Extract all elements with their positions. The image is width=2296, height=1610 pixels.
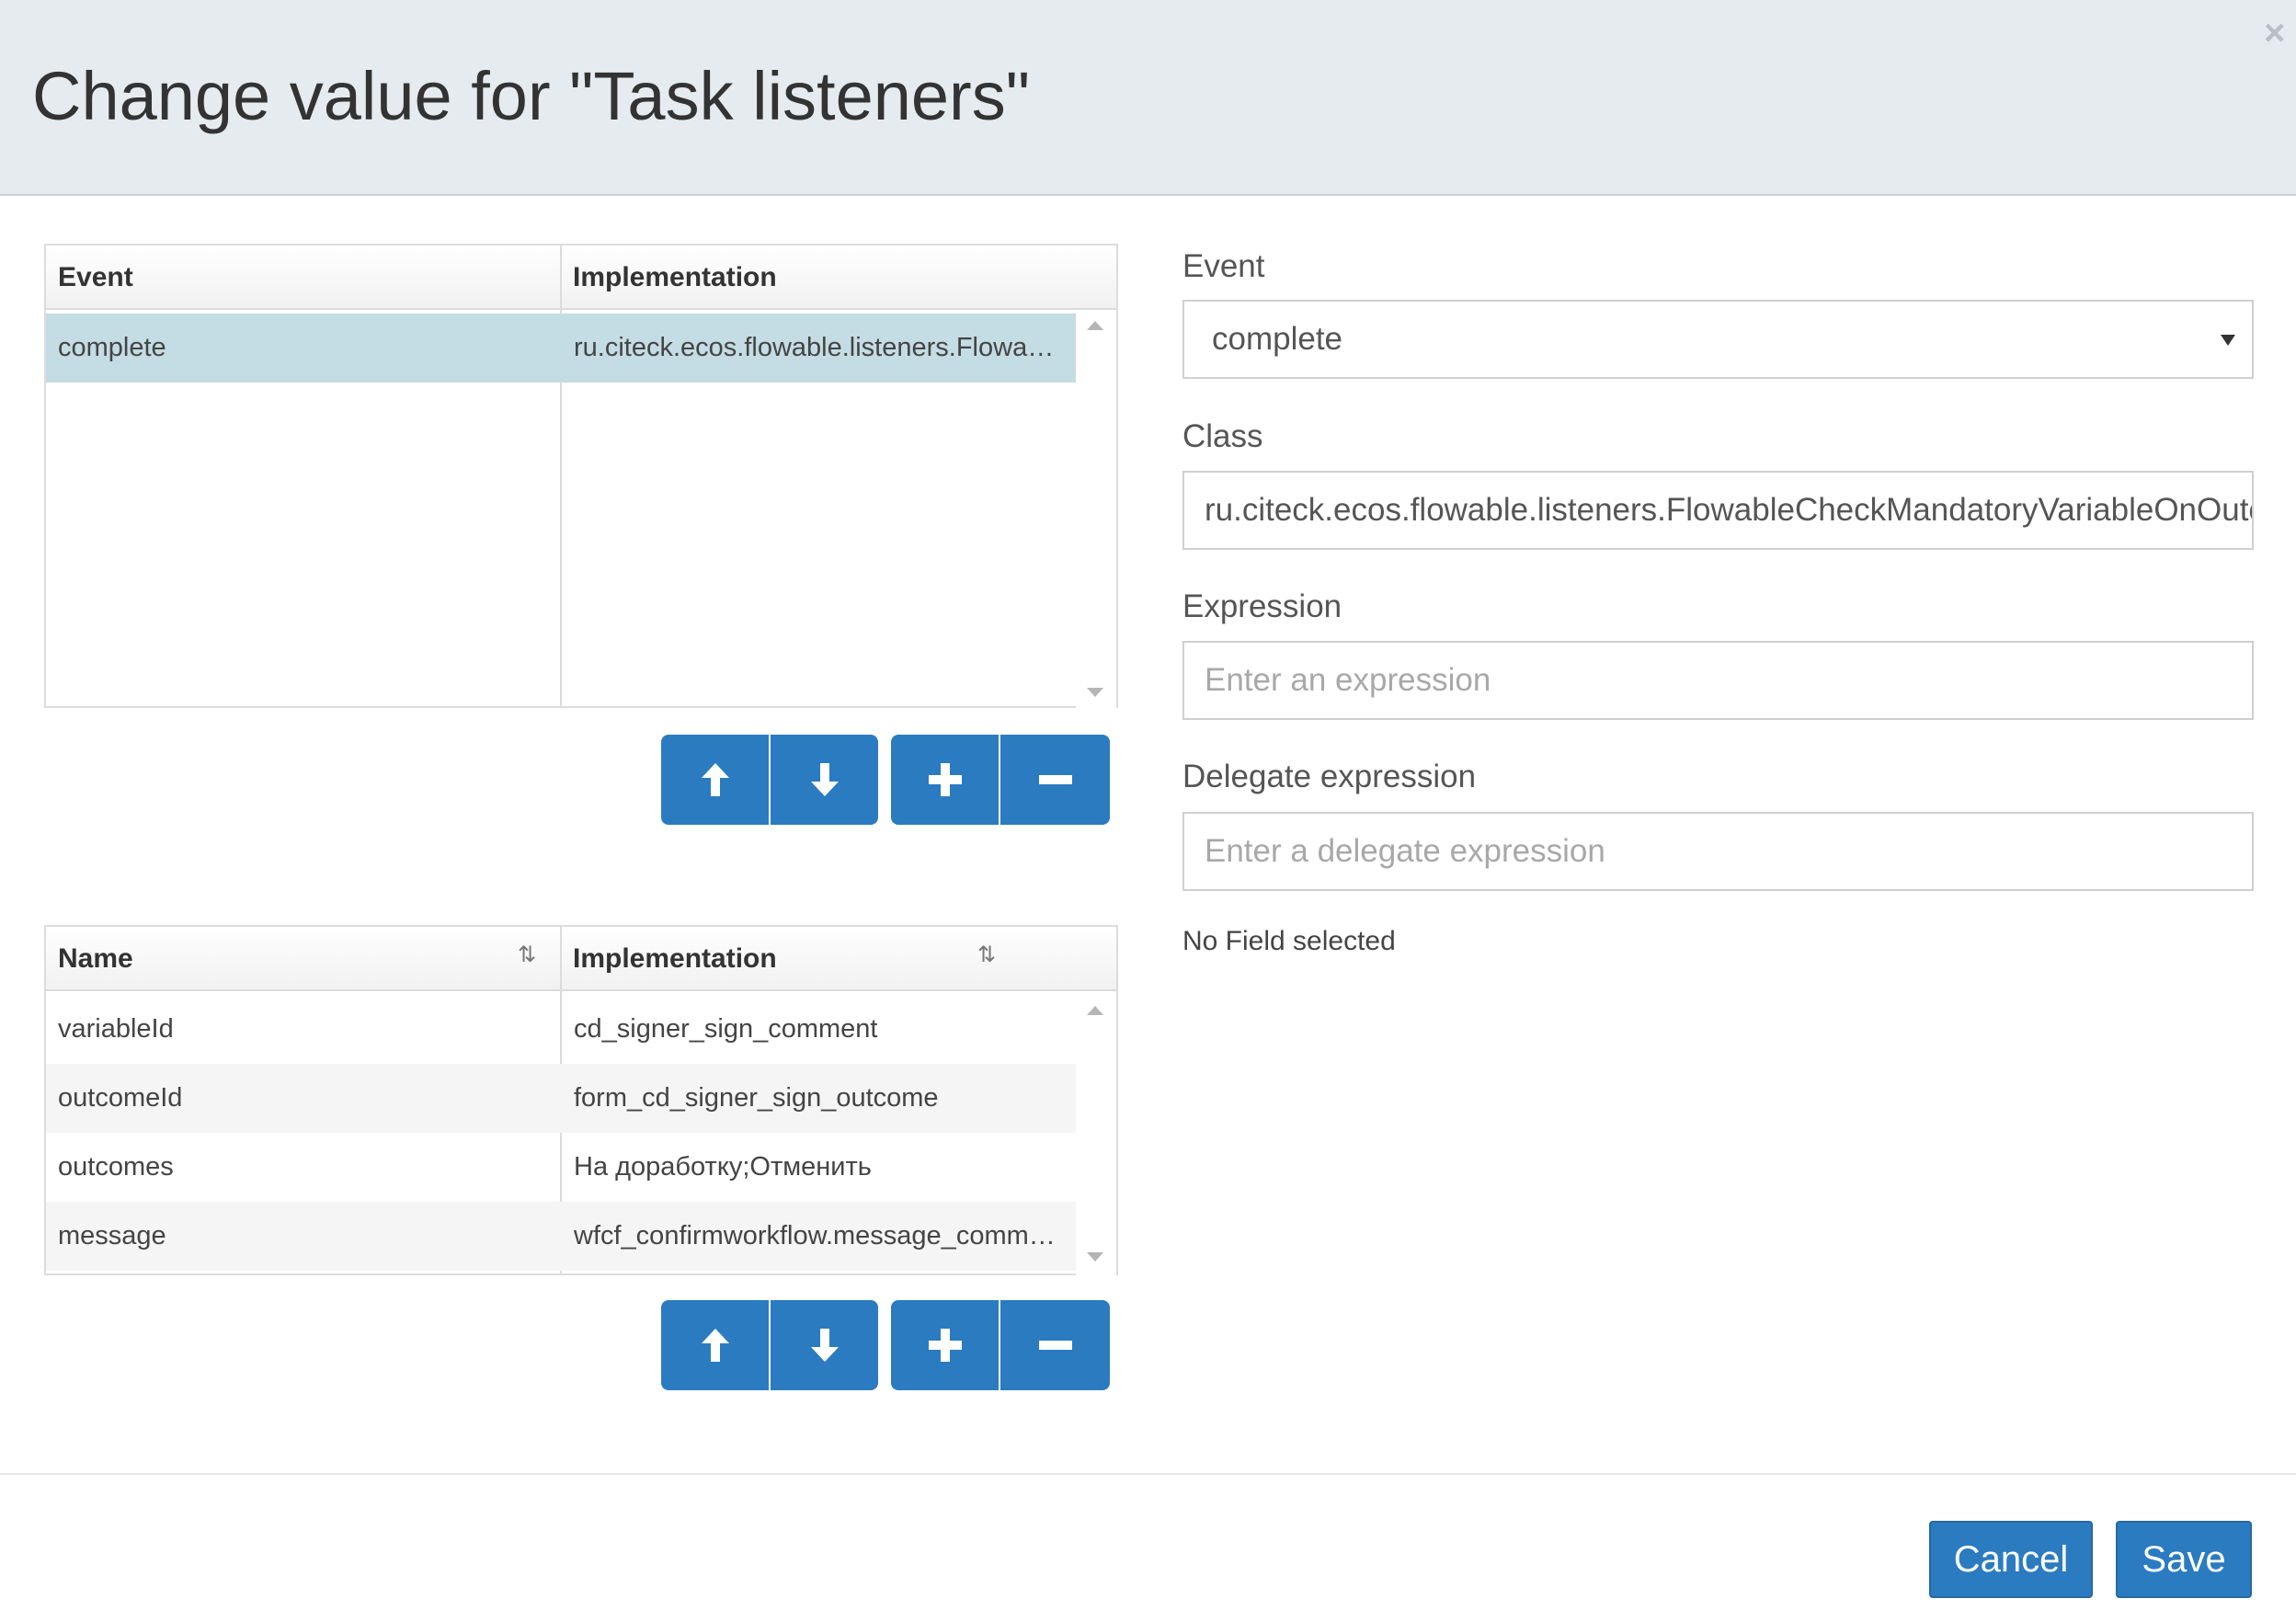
column-header-event[interactable]: Event: [46, 245, 561, 310]
minus-icon: [1038, 1341, 1072, 1350]
dialog-header: Change value for "Task listeners" ×: [0, 0, 2296, 196]
column-header-implementation[interactable]: Implementation: [561, 927, 1076, 991]
listeners-grid: Event Implementation complete ru.citeck.…: [44, 244, 1118, 708]
cell-name: variableId: [58, 1014, 174, 1044]
listeners-scrollbar[interactable]: [1076, 312, 1116, 708]
arrow-up-icon: [701, 763, 729, 796]
add-listener-button[interactable]: [891, 735, 999, 825]
event-label: Event: [1182, 248, 1265, 284]
close-icon[interactable]: ×: [2264, 15, 2285, 51]
table-row[interactable]: outcomes На доработку;Отменить: [46, 1133, 1078, 1202]
table-row[interactable]: message wfcf_confirmworkflow.message_com…: [46, 1202, 1078, 1271]
delegate-expression-input[interactable]: Enter a delegate expression: [1182, 812, 2254, 891]
cell-event: complete: [58, 333, 166, 362]
cell-implementation: На доработку;Отменить: [574, 1152, 872, 1182]
cancel-button[interactable]: Cancel: [1929, 1521, 2093, 1598]
dropdown-caret-icon: [2221, 335, 2235, 346]
minus-icon: [1038, 775, 1072, 784]
event-select-value: complete: [1212, 321, 1343, 357]
listeners-toolbar: [661, 735, 1110, 825]
cell-name: message: [58, 1221, 166, 1250]
cell-implementation: wfcf_confirmworkflow.message_comment: [574, 1221, 1066, 1250]
move-up-button[interactable]: [661, 1300, 769, 1390]
plus-icon: [928, 1329, 962, 1362]
scroll-down-icon[interactable]: [1087, 688, 1103, 697]
cell-implementation: cd_signer_sign_comment: [574, 1014, 878, 1044]
arrow-up-icon: [701, 1329, 729, 1362]
class-label: Class: [1182, 418, 1263, 454]
fields-scrollbar[interactable]: [1076, 993, 1116, 1275]
table-row[interactable]: variableId cd_signer_sign_comment: [46, 995, 1078, 1064]
class-input[interactable]: ru.citeck.ecos.flowable.listeners.Flowab…: [1182, 471, 2254, 550]
delegate-expression-label: Delegate expression: [1182, 759, 1477, 794]
listeners-grid-header: Event Implementation: [46, 245, 1116, 310]
move-up-button[interactable]: [661, 735, 769, 825]
add-field-button[interactable]: [891, 1300, 999, 1390]
move-down-button[interactable]: [771, 1300, 878, 1390]
plus-icon: [928, 763, 962, 796]
cell-implementation: ru.citeck.ecos.flowable.listeners.Flowab…: [574, 333, 1066, 362]
sort-icon[interactable]: ⇅: [518, 942, 536, 968]
cell-implementation: form_cd_signer_sign_outcome: [574, 1083, 939, 1113]
fields-grid: Name ⇅ Implementation ⇅ variableId cd_si…: [44, 925, 1118, 1275]
arrow-down-icon: [810, 763, 839, 796]
no-field-selected-text: No Field selected: [1182, 926, 1396, 956]
remove-field-button[interactable]: [1000, 1300, 1110, 1390]
fields-toolbar: [661, 1300, 1110, 1390]
event-select[interactable]: complete: [1182, 300, 2254, 379]
scroll-up-icon[interactable]: [1087, 321, 1103, 330]
column-header-name[interactable]: Name: [46, 927, 561, 991]
table-row[interactable]: outcomeId form_cd_signer_sign_outcome: [46, 1064, 1078, 1133]
footer-divider: [0, 1473, 2296, 1475]
cell-name: outcomes: [58, 1152, 174, 1182]
cell-name: outcomeId: [58, 1083, 183, 1113]
fields-grid-header: Name ⇅ Implementation ⇅: [46, 927, 1116, 991]
column-header-implementation[interactable]: Implementation: [561, 245, 1076, 310]
expression-label: Expression: [1182, 588, 1342, 624]
arrow-down-icon: [810, 1329, 839, 1362]
move-down-button[interactable]: [771, 735, 878, 825]
scroll-up-icon[interactable]: [1087, 1006, 1103, 1015]
sort-icon[interactable]: ⇅: [977, 942, 996, 968]
dialog-title: Change value for "Task listeners": [32, 58, 1030, 134]
scroll-down-icon[interactable]: [1087, 1252, 1103, 1262]
expression-input[interactable]: Enter an expression: [1182, 641, 2254, 720]
remove-listener-button[interactable]: [1000, 735, 1110, 825]
save-button[interactable]: Save: [2116, 1521, 2252, 1598]
table-row[interactable]: complete ru.citeck.ecos.flowable.listene…: [46, 314, 1078, 383]
